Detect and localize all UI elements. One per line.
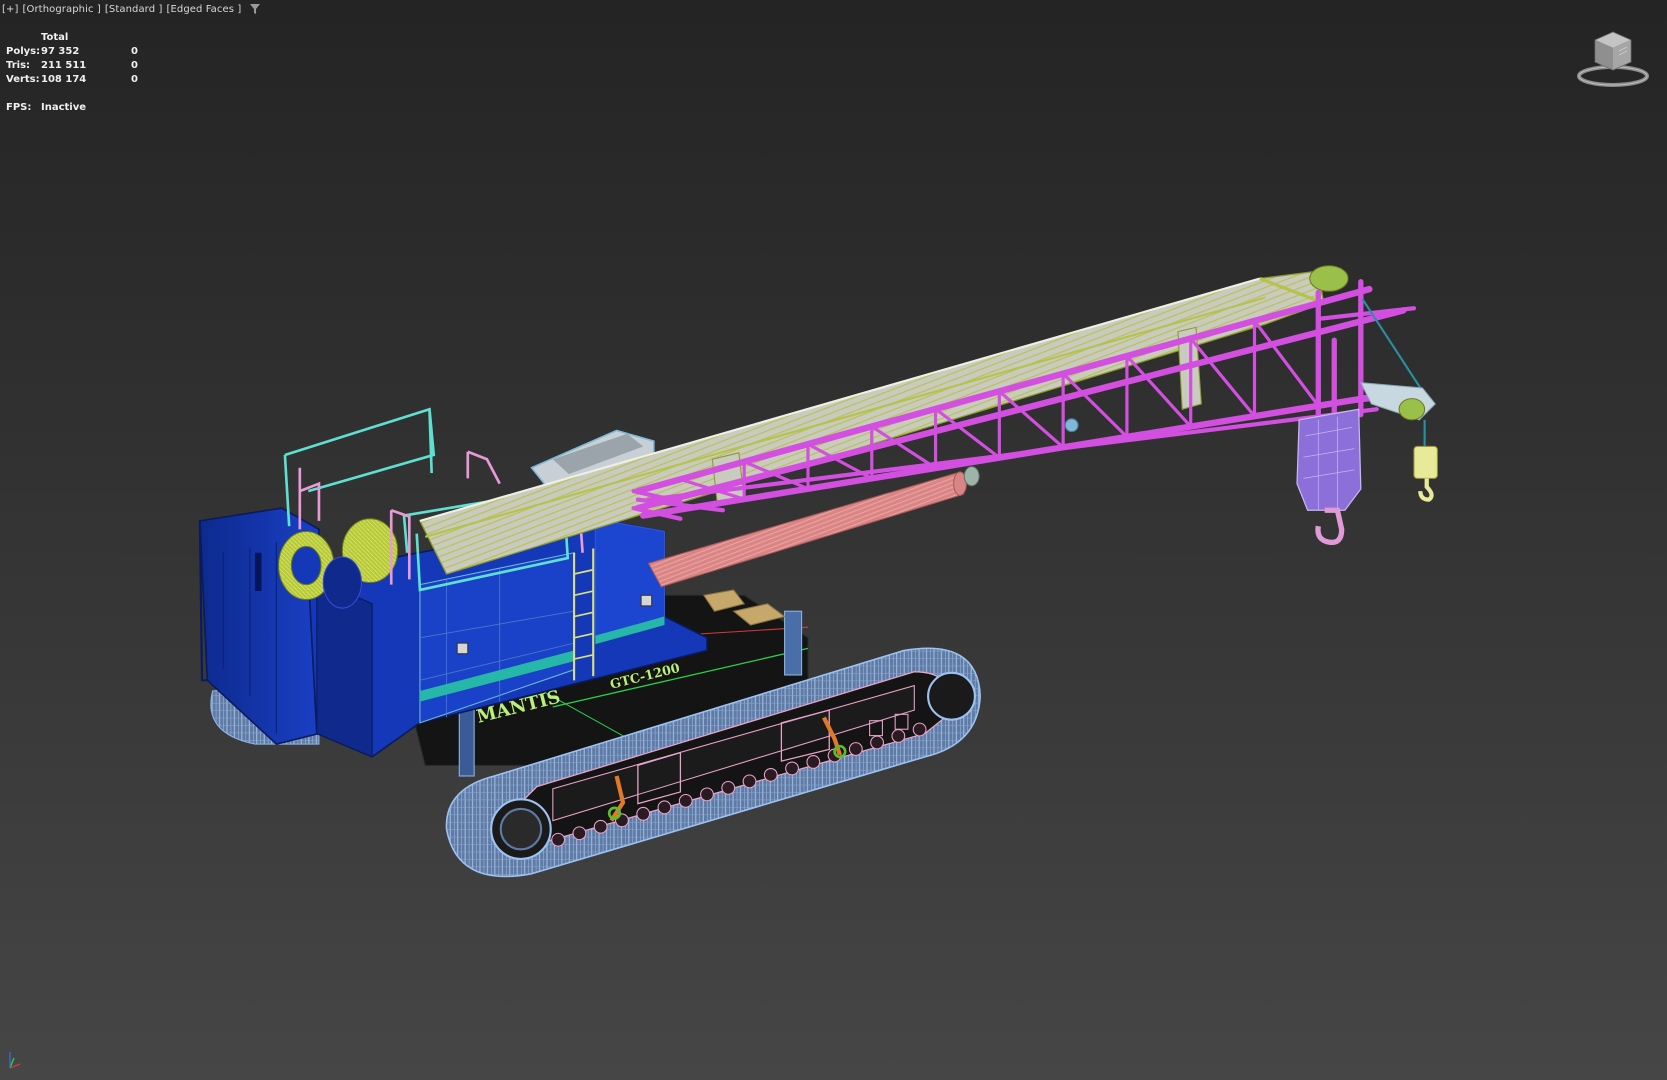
track-roller [572,826,587,841]
track-roller [593,819,608,834]
viewport-scene[interactable]: MANTIS GTC-1200 [0,0,1667,1080]
track-roller [636,806,651,821]
track-roller [657,800,672,815]
track-roller [870,735,884,750]
track-roller [551,832,566,847]
auxiliary-hook [1413,419,1438,502]
track-roller [785,761,799,776]
track-roller [848,742,863,756]
track-roller [763,768,778,782]
main-hook-block [1296,408,1362,546]
track-roller [721,780,736,795]
track-roller [742,774,757,789]
track-roller [891,729,906,743]
track-roller [806,755,821,769]
track-roller [912,722,927,737]
track-roller [678,793,693,808]
axis-tripod-icon [9,1052,21,1069]
track-roller [700,787,714,802]
